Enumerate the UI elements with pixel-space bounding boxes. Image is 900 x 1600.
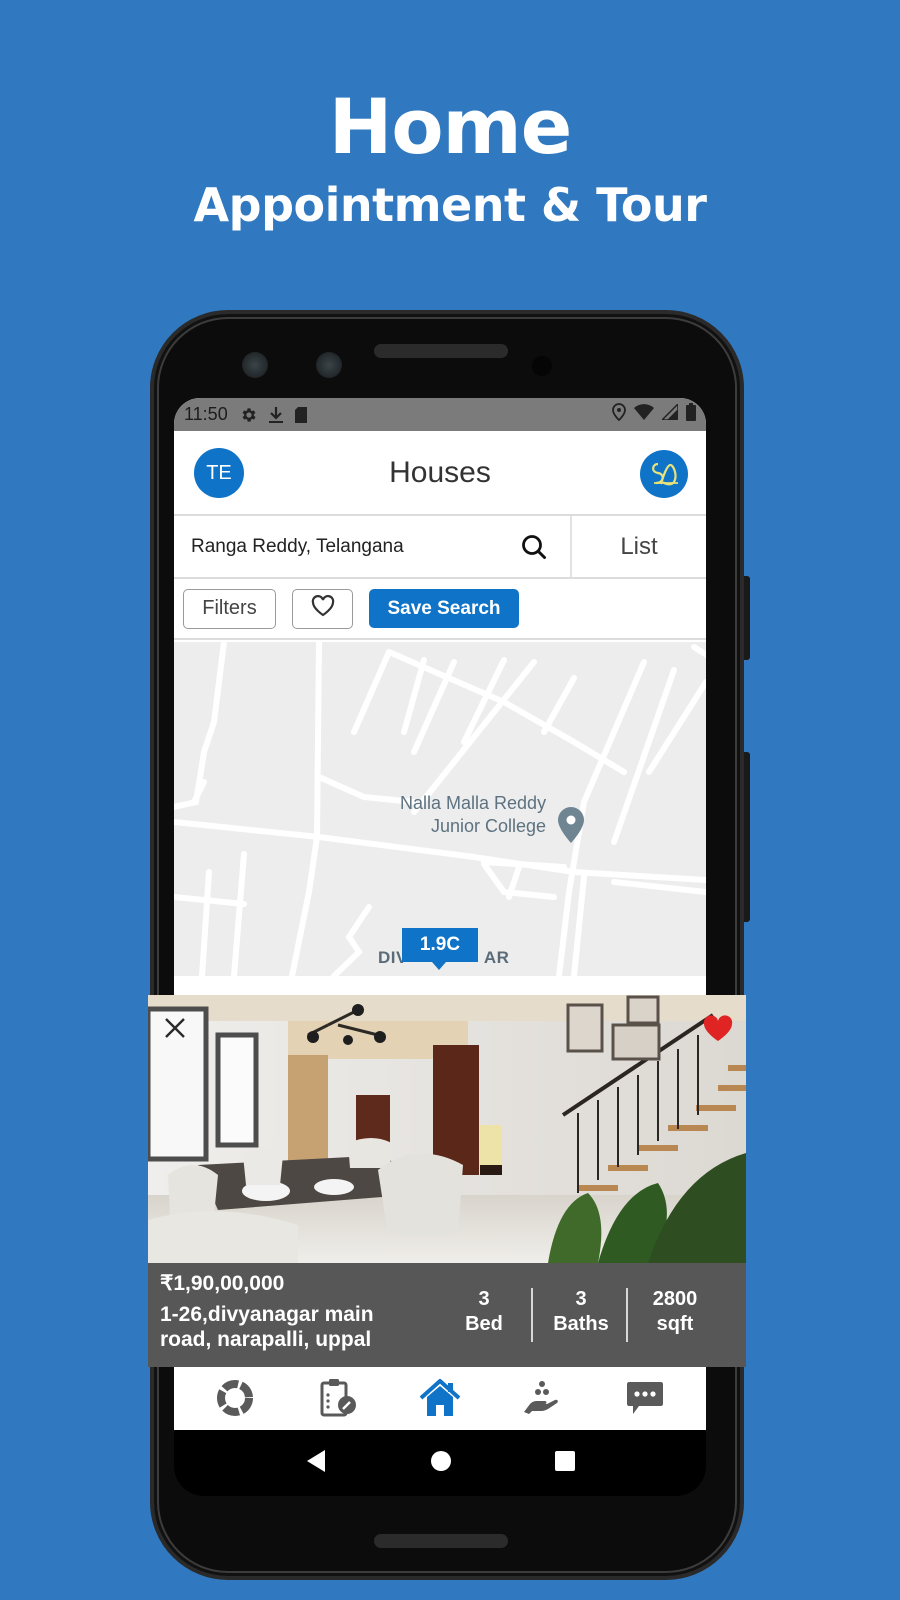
recents-icon[interactable]: [554, 1450, 575, 1476]
search-field: [174, 516, 572, 577]
search-input[interactable]: [191, 535, 511, 558]
close-card-button[interactable]: [158, 1013, 192, 1047]
clipboard-edit-icon: [318, 1377, 358, 1424]
donut-chart-icon: [215, 1378, 255, 1423]
listing-photo[interactable]: [148, 995, 746, 1263]
area-unit: sqft: [656, 1313, 694, 1335]
close-icon: [163, 1016, 187, 1045]
beds-stat: 3 Bed: [454, 1287, 514, 1337]
baths-value: 3: [575, 1288, 587, 1310]
area-value: 2800: [652, 1288, 698, 1310]
price-marker[interactable]: 1.9C: [402, 928, 478, 970]
poi-name-line2: Junior College: [431, 816, 547, 836]
filter-bar: Filters Save Search: [174, 579, 706, 640]
nav-offers[interactable]: [512, 1375, 572, 1425]
favorites-button[interactable]: [292, 588, 353, 629]
battery-icon: [686, 403, 696, 426]
baths-label: Baths: [553, 1313, 609, 1335]
bottom-speaker: [374, 1534, 508, 1548]
back-icon[interactable]: [305, 1449, 327, 1478]
front-camera-2: [316, 352, 342, 378]
favorite-toggle[interactable]: [702, 1015, 734, 1048]
wifi-icon: [634, 404, 654, 425]
home-circle-icon[interactable]: [430, 1450, 452, 1477]
listing-price: ₹1,90,00,000: [160, 1272, 285, 1295]
page-title: Houses: [389, 455, 491, 489]
search-bar: List: [174, 516, 706, 579]
nav-messages[interactable]: [615, 1375, 675, 1425]
filters-button[interactable]: Filters: [183, 588, 276, 629]
interior-photo-illustration: [148, 995, 746, 1263]
sd-card-icon: [294, 406, 308, 424]
earpiece-speaker: [374, 344, 508, 358]
nav-appointments[interactable]: [308, 1375, 368, 1425]
promo-subtitle: Appointment & Tour: [193, 178, 707, 232]
save-search-button[interactable]: Save Search: [369, 589, 519, 628]
stat-divider: [626, 1288, 628, 1342]
beds-value: 3: [478, 1288, 490, 1310]
map-view[interactable]: Nalla Malla Reddy Junior College DIV AR 1…: [174, 642, 706, 976]
listing-info: ₹1,90,00,000 1-26,divyanagar main road, …: [148, 1263, 746, 1367]
download-icon: [268, 406, 284, 424]
nav-home[interactable]: [410, 1375, 470, 1425]
area-stat: 2800 sqft: [638, 1287, 712, 1337]
location-icon: [612, 403, 626, 426]
promo-title: Home: [328, 82, 573, 171]
hand-coins-icon: [520, 1378, 564, 1423]
heart-outline-icon: [311, 594, 335, 623]
status-time: 11:50: [184, 404, 228, 424]
beds-label: Bed: [465, 1313, 503, 1335]
search-icon[interactable]: [520, 533, 548, 566]
nav-dashboard[interactable]: [205, 1375, 265, 1425]
user-avatar[interactable]: TE: [194, 448, 244, 498]
chat-bubble-icon: [625, 1378, 665, 1423]
heart-filled-icon: [702, 1015, 734, 1047]
front-camera-1: [242, 352, 268, 378]
bottom-navigation: [174, 1370, 706, 1430]
address-line1: 1-26,divyanagar main: [160, 1303, 374, 1326]
area-label-right: AR: [483, 948, 510, 967]
proximity-sensor: [532, 356, 552, 376]
address-line2: road, narapalli, uppal: [160, 1328, 372, 1351]
stat-divider: [531, 1288, 533, 1342]
volume-button: [744, 752, 750, 922]
poi-name-line1: Nalla Malla Reddy: [400, 793, 547, 813]
gear-icon: [240, 406, 258, 424]
listing-address: 1-26,divyanagar main road, narapalli, up…: [160, 1302, 440, 1352]
brand-logo-icon[interactable]: [640, 450, 688, 498]
baths-stat: 3 Baths: [542, 1287, 620, 1337]
power-button: [744, 576, 750, 660]
signal-icon: [660, 402, 679, 425]
poi-label[interactable]: Nalla Malla Reddy Junior College: [400, 792, 546, 838]
home-icon: [418, 1378, 462, 1423]
system-navigation-bar: [174, 1430, 706, 1496]
listing-card[interactable]: ₹1,90,00,000 1-26,divyanagar main road, …: [148, 995, 746, 1367]
status-bar: 11:50: [174, 398, 706, 431]
app-bar: TE Houses: [174, 431, 706, 516]
list-view-button[interactable]: List: [572, 516, 706, 577]
